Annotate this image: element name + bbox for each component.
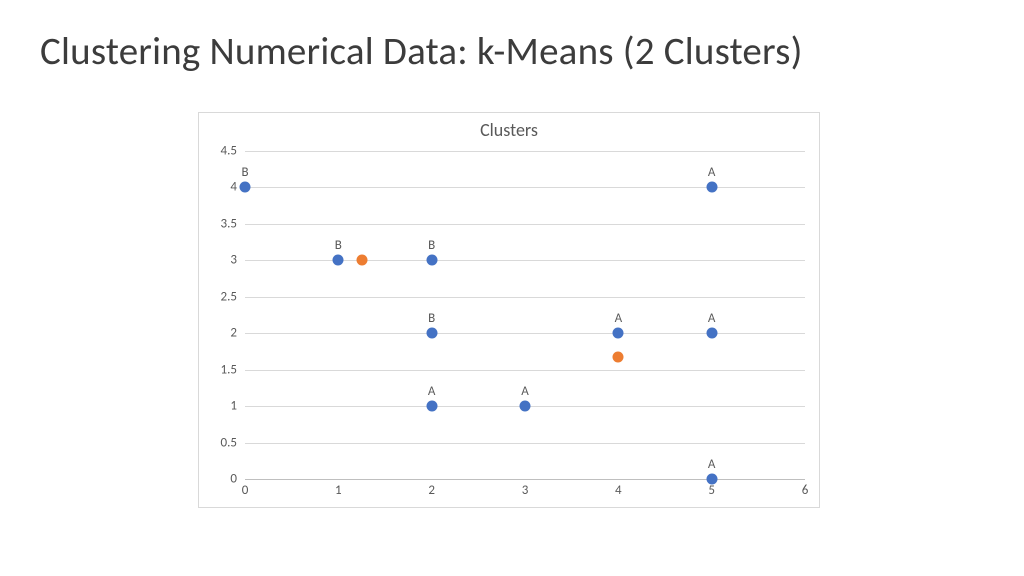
data-point bbox=[426, 255, 437, 266]
x-tick-label: 0 bbox=[242, 479, 249, 498]
data-label: A bbox=[615, 311, 623, 326]
gridline-h bbox=[245, 333, 805, 334]
gridline-h bbox=[245, 370, 805, 371]
data-point bbox=[706, 182, 717, 193]
chart-area: Clusters 00.511.522.533.544.50123456BBBB… bbox=[198, 112, 820, 508]
x-tick-label: 2 bbox=[428, 479, 435, 498]
data-label: A bbox=[428, 384, 436, 399]
x-tick-label: 3 bbox=[522, 479, 529, 498]
y-tick-label: 1 bbox=[230, 399, 245, 414]
data-point bbox=[426, 401, 437, 412]
centroid-point bbox=[356, 255, 367, 266]
gridline-h bbox=[245, 151, 805, 152]
data-label: A bbox=[521, 384, 529, 399]
data-label: B bbox=[428, 238, 435, 253]
data-label: B bbox=[428, 311, 435, 326]
data-point bbox=[240, 182, 251, 193]
data-point bbox=[426, 328, 437, 339]
data-point bbox=[706, 328, 717, 339]
data-label: B bbox=[241, 165, 248, 180]
data-point bbox=[333, 255, 344, 266]
gridline-h bbox=[245, 224, 805, 225]
x-tick-label: 6 bbox=[802, 479, 809, 498]
page-title: Clustering Numerical Data: k-Means (2 Cl… bbox=[40, 28, 803, 75]
y-tick-label: 0.5 bbox=[221, 435, 245, 450]
x-tick-label: 1 bbox=[335, 479, 342, 498]
y-tick-label: 2 bbox=[230, 326, 245, 341]
data-label: A bbox=[708, 457, 716, 472]
data-label: B bbox=[335, 238, 342, 253]
y-tick-label: 3 bbox=[230, 253, 245, 268]
data-point bbox=[520, 401, 531, 412]
gridline-h bbox=[245, 297, 805, 298]
gridline-h bbox=[245, 187, 805, 188]
x-tick-label: 4 bbox=[615, 479, 622, 498]
y-tick-label: 2.5 bbox=[221, 289, 245, 304]
y-tick-label: 1.5 bbox=[221, 362, 245, 377]
data-point bbox=[613, 328, 624, 339]
chart-title: Clusters bbox=[199, 119, 819, 141]
y-tick-label: 3.5 bbox=[221, 216, 245, 231]
centroid-point bbox=[613, 352, 624, 363]
data-label: A bbox=[708, 311, 716, 326]
gridline-h bbox=[245, 260, 805, 261]
y-tick-label: 4.5 bbox=[221, 144, 245, 159]
data-point bbox=[706, 474, 717, 485]
data-label: A bbox=[708, 165, 716, 180]
gridline-h bbox=[245, 443, 805, 444]
plot-area: 00.511.522.533.544.50123456BBBBAAAAAA bbox=[245, 151, 805, 479]
